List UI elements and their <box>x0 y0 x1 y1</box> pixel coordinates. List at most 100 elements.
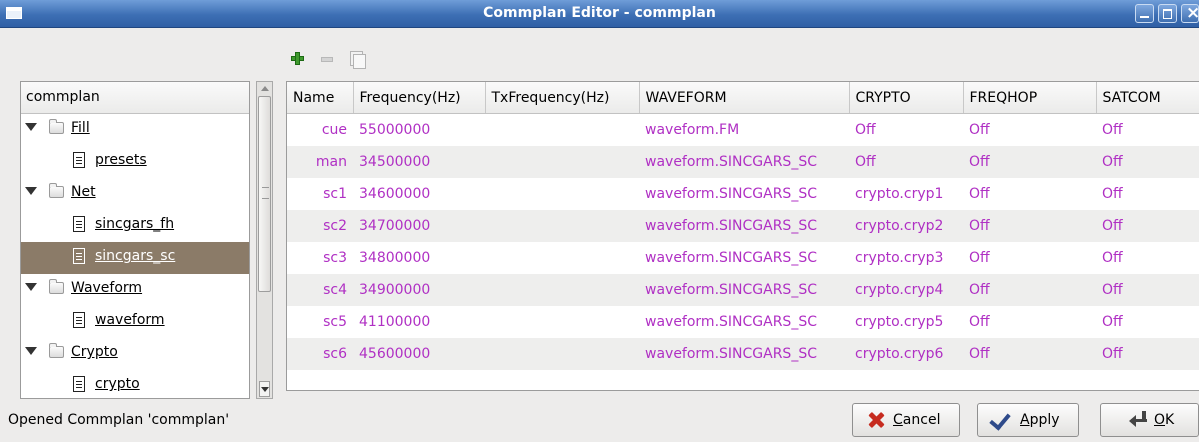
tree-item-presets[interactable]: presets <box>21 146 249 178</box>
table-cell[interactable]: 34900000 <box>353 274 485 306</box>
tree-item-sincgars_fh[interactable]: sincgars_fh <box>21 210 249 242</box>
column-header[interactable]: SATCOM <box>1096 82 1199 114</box>
table-cell[interactable]: Off <box>1096 242 1199 274</box>
table-cell[interactable]: sc6 <box>287 338 353 370</box>
scroll-down-button[interactable] <box>259 381 270 397</box>
table-cell[interactable]: Off <box>849 146 963 178</box>
table-cell[interactable]: Off <box>963 306 1096 338</box>
table-cell[interactable]: cue <box>287 114 353 147</box>
table-row[interactable]: sc4 34900000 waveform.SINCGARS_SC crypto.cr… <box>287 274 1199 306</box>
table-cell[interactable] <box>485 210 639 242</box>
expander-icon[interactable] <box>25 347 37 355</box>
table-cell[interactable]: 34600000 <box>353 178 485 210</box>
table-cell[interactable]: waveform.SINCGARS_SC <box>639 242 849 274</box>
table-cell[interactable]: 45600000 <box>353 338 485 370</box>
tree-item-fill[interactable]: Fill <box>21 114 249 146</box>
expander-icon[interactable] <box>25 187 37 195</box>
table-cell[interactable]: Off <box>963 242 1096 274</box>
table-cell[interactable]: crypto.cryp6 <box>849 338 963 370</box>
table-cell[interactable] <box>485 242 639 274</box>
table-cell[interactable]: waveform.SINCGARS_SC <box>639 338 849 370</box>
table-cell[interactable]: Off <box>963 210 1096 242</box>
table-cell[interactable]: 34800000 <box>353 242 485 274</box>
table-cell[interactable]: waveform.FM <box>639 114 849 147</box>
apply-button[interactable]: Apply <box>977 403 1079 437</box>
column-header[interactable]: CRYPTO <box>849 82 964 114</box>
column-header[interactable]: Name <box>287 82 354 114</box>
table-cell[interactable] <box>485 114 639 147</box>
table-cell[interactable] <box>485 338 639 370</box>
table-cell[interactable]: Off <box>963 178 1096 210</box>
table-cell[interactable]: crypto.cryp1 <box>849 178 963 210</box>
tree-item-crypto[interactable]: Crypto <box>21 338 249 370</box>
column-header[interactable]: WAVEFORM <box>639 82 850 114</box>
table-cell[interactable]: 55000000 <box>353 114 485 147</box>
tree-header[interactable]: commplan <box>21 82 249 114</box>
table-cell[interactable] <box>485 146 639 178</box>
table-cell[interactable]: Off <box>963 146 1096 178</box>
column-header[interactable]: FREQHOP <box>963 82 1097 114</box>
table-cell[interactable]: man <box>287 146 353 178</box>
table-cell[interactable]: sc4 <box>287 274 353 306</box>
table-cell[interactable]: crypto.cryp5 <box>849 306 963 338</box>
table-cell[interactable]: Off <box>1096 114 1199 147</box>
tree-item-crypto[interactable]: crypto <box>21 370 249 398</box>
cancel-button[interactable]: Cancel <box>852 403 960 437</box>
tree-item-net[interactable]: Net <box>21 178 249 210</box>
commplan-tree[interactable]: commplan Fill presets Net sincgars_fh sincga… <box>20 81 250 399</box>
expander-icon[interactable] <box>25 283 37 291</box>
close-button[interactable] <box>1181 3 1199 23</box>
table-cell[interactable]: sc5 <box>287 306 353 338</box>
table-cell[interactable]: crypto.cryp3 <box>849 242 963 274</box>
scroll-up-icon[interactable] <box>261 86 269 91</box>
table-cell[interactable]: crypto.cryp4 <box>849 274 963 306</box>
tree-item-sincgars_sc[interactable]: sincgars_sc <box>21 242 249 274</box>
table-cell[interactable]: Off <box>1096 146 1199 178</box>
table-cell[interactable]: Off <box>1096 178 1199 210</box>
table-cell[interactable]: waveform.SINCGARS_SC <box>639 274 849 306</box>
copy-button[interactable] <box>345 48 367 70</box>
table-cell[interactable]: waveform.SINCGARS_SC <box>639 306 849 338</box>
table-cell[interactable] <box>485 178 639 210</box>
table-cell[interactable]: Off <box>1096 306 1199 338</box>
table-cell[interactable]: Off <box>1096 274 1199 306</box>
table-cell[interactable]: sc1 <box>287 178 353 210</box>
tree-item-waveform[interactable]: Waveform <box>21 274 249 306</box>
table-cell[interactable]: Off <box>1096 338 1199 370</box>
table-cell[interactable]: Off <box>1096 210 1199 242</box>
table-row[interactable]: sc6 45600000 waveform.SINCGARS_SC crypto.cr… <box>287 338 1199 370</box>
table-cell[interactable]: 34700000 <box>353 210 485 242</box>
table-row[interactable]: sc3 34800000 waveform.SINCGARS_SC crypto.cr… <box>287 242 1199 274</box>
expander-icon[interactable] <box>25 123 37 131</box>
minimize-button[interactable] <box>1135 4 1154 23</box>
table-cell[interactable]: sc2 <box>287 210 353 242</box>
table-cell[interactable]: crypto.cryp2 <box>849 210 963 242</box>
ok-button[interactable]: OK <box>1100 403 1199 437</box>
table-cell[interactable]: Off <box>963 338 1096 370</box>
table-cell[interactable]: waveform.SINCGARS_SC <box>639 178 849 210</box>
column-header[interactable]: Frequency(Hz) <box>353 82 486 114</box>
table-cell[interactable]: 41100000 <box>353 306 485 338</box>
table-row[interactable]: sc2 34700000 waveform.SINCGARS_SC crypto.cr… <box>287 210 1199 242</box>
remove-button[interactable] <box>316 48 338 70</box>
column-header[interactable]: TxFrequency(Hz) <box>485 82 640 114</box>
table-cell[interactable]: Off <box>849 114 963 147</box>
table-cell[interactable] <box>485 306 639 338</box>
tree-item-waveform[interactable]: waveform <box>21 306 249 338</box>
table-cell[interactable]: Off <box>963 274 1096 306</box>
table-cell[interactable]: sc3 <box>287 242 353 274</box>
table-cell[interactable]: 34500000 <box>353 146 485 178</box>
table-row[interactable]: sc5 41100000 waveform.SINCGARS_SC crypto.cr… <box>287 306 1199 338</box>
table-row[interactable]: sc1 34600000 waveform.SINCGARS_SC crypto.cr… <box>287 178 1199 210</box>
table-cell[interactable]: waveform.SINCGARS_SC <box>639 210 849 242</box>
table-cell[interactable]: waveform.SINCGARS_SC <box>639 146 849 178</box>
tree-scrollbar[interactable] <box>256 81 273 399</box>
table-row[interactable]: man 34500000 waveform.SINCGARS_SC Off Off Off <box>287 146 1199 178</box>
maximize-button[interactable] <box>1158 4 1177 23</box>
scrollbar-thumb[interactable] <box>258 96 271 292</box>
channel-table[interactable]: Name Frequency(Hz) TxFrequency(Hz) WAVEFORM… <box>286 81 1199 391</box>
table-row[interactable]: cue 55000000 waveform.FM Off Off Off <box>287 114 1199 147</box>
add-button[interactable] <box>287 48 309 70</box>
table-cell[interactable] <box>485 274 639 306</box>
table-cell[interactable]: Off <box>963 114 1096 147</box>
